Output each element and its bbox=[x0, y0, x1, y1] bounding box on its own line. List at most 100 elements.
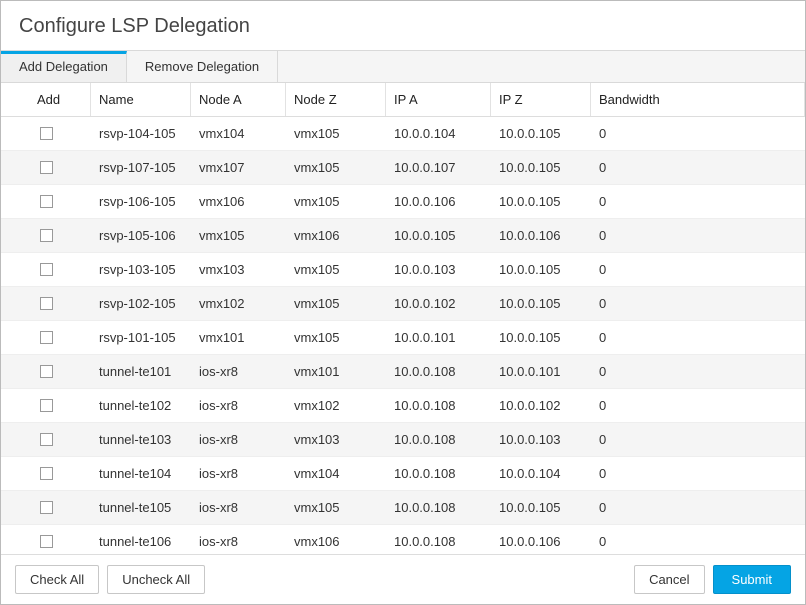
cell-bandwidth: 0 bbox=[591, 423, 805, 456]
check-all-button[interactable]: Check All bbox=[15, 565, 99, 594]
cell-node-a: vmx105 bbox=[191, 219, 286, 252]
cell-ip-z: 10.0.0.105 bbox=[491, 185, 591, 218]
dialog-title: Configure LSP Delegation bbox=[1, 1, 805, 50]
cell-node-a: vmx102 bbox=[191, 287, 286, 320]
cell-node-a: ios-xr8 bbox=[191, 389, 286, 422]
row-checkbox[interactable] bbox=[40, 297, 53, 310]
table-row[interactable]: rsvp-104-105vmx104vmx10510.0.0.10410.0.0… bbox=[1, 117, 805, 151]
cell-ip-a: 10.0.0.105 bbox=[386, 219, 491, 252]
cell-node-z: vmx102 bbox=[286, 389, 386, 422]
table-row[interactable]: rsvp-107-105vmx107vmx10510.0.0.10710.0.0… bbox=[1, 151, 805, 185]
table-row[interactable]: tunnel-te104ios-xr8vmx10410.0.0.10810.0.… bbox=[1, 457, 805, 491]
cell-node-z: vmx105 bbox=[286, 117, 386, 150]
cell-ip-z: 10.0.0.106 bbox=[491, 219, 591, 252]
cell-ip-a: 10.0.0.102 bbox=[386, 287, 491, 320]
cell-node-a: vmx103 bbox=[191, 253, 286, 286]
row-checkbox[interactable] bbox=[40, 535, 53, 548]
row-checkbox[interactable] bbox=[40, 195, 53, 208]
table-body: rsvp-104-105vmx104vmx10510.0.0.10410.0.0… bbox=[1, 117, 805, 554]
tab-remove-delegation[interactable]: Remove Delegation bbox=[127, 51, 278, 82]
cell-node-z: vmx106 bbox=[286, 219, 386, 252]
cell-ip-z: 10.0.0.101 bbox=[491, 355, 591, 388]
table-row[interactable]: tunnel-te101ios-xr8vmx10110.0.0.10810.0.… bbox=[1, 355, 805, 389]
cell-bandwidth: 0 bbox=[591, 185, 805, 218]
cell-node-a: ios-xr8 bbox=[191, 355, 286, 388]
row-checkbox-cell bbox=[1, 389, 91, 422]
cell-ip-z: 10.0.0.102 bbox=[491, 389, 591, 422]
uncheck-all-button[interactable]: Uncheck All bbox=[107, 565, 205, 594]
column-header-add[interactable]: Add bbox=[1, 83, 91, 116]
submit-button[interactable]: Submit bbox=[713, 565, 791, 594]
table-row[interactable]: rsvp-106-105vmx106vmx10510.0.0.10610.0.0… bbox=[1, 185, 805, 219]
cell-node-a: ios-xr8 bbox=[191, 457, 286, 490]
column-header-bandwidth[interactable]: Bandwidth bbox=[591, 83, 805, 116]
row-checkbox[interactable] bbox=[40, 229, 53, 242]
lsp-table[interactable]: Add Name Node A Node Z IP A IP Z Bandwid… bbox=[1, 83, 805, 554]
row-checkbox[interactable] bbox=[40, 331, 53, 344]
cell-name: rsvp-104-105 bbox=[91, 117, 191, 150]
row-checkbox[interactable] bbox=[40, 467, 53, 480]
table-row[interactable]: tunnel-te102ios-xr8vmx10210.0.0.10810.0.… bbox=[1, 389, 805, 423]
cell-ip-z: 10.0.0.105 bbox=[491, 117, 591, 150]
column-header-name[interactable]: Name bbox=[91, 83, 191, 116]
table-row[interactable]: rsvp-105-106vmx105vmx10610.0.0.10510.0.0… bbox=[1, 219, 805, 253]
cell-name: tunnel-te106 bbox=[91, 525, 191, 554]
cell-node-z: vmx106 bbox=[286, 525, 386, 554]
cell-name: tunnel-te105 bbox=[91, 491, 191, 524]
cell-ip-z: 10.0.0.105 bbox=[491, 253, 591, 286]
cell-node-z: vmx101 bbox=[286, 355, 386, 388]
row-checkbox-cell bbox=[1, 491, 91, 524]
cell-ip-z: 10.0.0.105 bbox=[491, 287, 591, 320]
tab-add-delegation[interactable]: Add Delegation bbox=[1, 51, 127, 82]
table-row[interactable]: rsvp-101-105vmx101vmx10510.0.0.10110.0.0… bbox=[1, 321, 805, 355]
table-row[interactable]: rsvp-103-105vmx103vmx10510.0.0.10310.0.0… bbox=[1, 253, 805, 287]
row-checkbox[interactable] bbox=[40, 127, 53, 140]
row-checkbox-cell bbox=[1, 321, 91, 354]
row-checkbox-cell bbox=[1, 253, 91, 286]
row-checkbox-cell bbox=[1, 287, 91, 320]
cell-ip-a: 10.0.0.108 bbox=[386, 355, 491, 388]
cell-bandwidth: 0 bbox=[591, 151, 805, 184]
cell-bandwidth: 0 bbox=[591, 287, 805, 320]
table-row[interactable]: rsvp-102-105vmx102vmx10510.0.0.10210.0.0… bbox=[1, 287, 805, 321]
row-checkbox[interactable] bbox=[40, 501, 53, 514]
row-checkbox-cell bbox=[1, 423, 91, 456]
cell-bandwidth: 0 bbox=[591, 253, 805, 286]
cell-ip-a: 10.0.0.108 bbox=[386, 423, 491, 456]
row-checkbox[interactable] bbox=[40, 365, 53, 378]
cell-bandwidth: 0 bbox=[591, 491, 805, 524]
cell-ip-a: 10.0.0.106 bbox=[386, 185, 491, 218]
cell-node-a: ios-xr8 bbox=[191, 525, 286, 554]
table-row[interactable]: tunnel-te105ios-xr8vmx10510.0.0.10810.0.… bbox=[1, 491, 805, 525]
cancel-button[interactable]: Cancel bbox=[634, 565, 704, 594]
row-checkbox-cell bbox=[1, 117, 91, 150]
column-header-ip-z[interactable]: IP Z bbox=[491, 83, 591, 116]
cell-name: rsvp-103-105 bbox=[91, 253, 191, 286]
row-checkbox-cell bbox=[1, 151, 91, 184]
column-header-ip-a[interactable]: IP A bbox=[386, 83, 491, 116]
row-checkbox[interactable] bbox=[40, 263, 53, 276]
cell-name: tunnel-te104 bbox=[91, 457, 191, 490]
cell-node-z: vmx104 bbox=[286, 457, 386, 490]
row-checkbox-cell bbox=[1, 525, 91, 554]
cell-node-z: vmx105 bbox=[286, 253, 386, 286]
table-row[interactable]: tunnel-te106ios-xr8vmx10610.0.0.10810.0.… bbox=[1, 525, 805, 554]
column-header-node-a[interactable]: Node A bbox=[191, 83, 286, 116]
table-row[interactable]: tunnel-te103ios-xr8vmx10310.0.0.10810.0.… bbox=[1, 423, 805, 457]
tab-bar: Add Delegation Remove Delegation bbox=[1, 50, 805, 83]
row-checkbox[interactable] bbox=[40, 399, 53, 412]
column-header-node-z[interactable]: Node Z bbox=[286, 83, 386, 116]
row-checkbox[interactable] bbox=[40, 433, 53, 446]
cell-bandwidth: 0 bbox=[591, 321, 805, 354]
cell-node-a: vmx101 bbox=[191, 321, 286, 354]
cell-bandwidth: 0 bbox=[591, 389, 805, 422]
cell-node-a: ios-xr8 bbox=[191, 423, 286, 456]
row-checkbox[interactable] bbox=[40, 161, 53, 174]
cell-node-z: vmx105 bbox=[286, 151, 386, 184]
cell-ip-z: 10.0.0.106 bbox=[491, 525, 591, 554]
cell-name: tunnel-te103 bbox=[91, 423, 191, 456]
cell-ip-z: 10.0.0.105 bbox=[491, 321, 591, 354]
cell-ip-a: 10.0.0.108 bbox=[386, 389, 491, 422]
cell-ip-a: 10.0.0.101 bbox=[386, 321, 491, 354]
cell-ip-z: 10.0.0.105 bbox=[491, 491, 591, 524]
